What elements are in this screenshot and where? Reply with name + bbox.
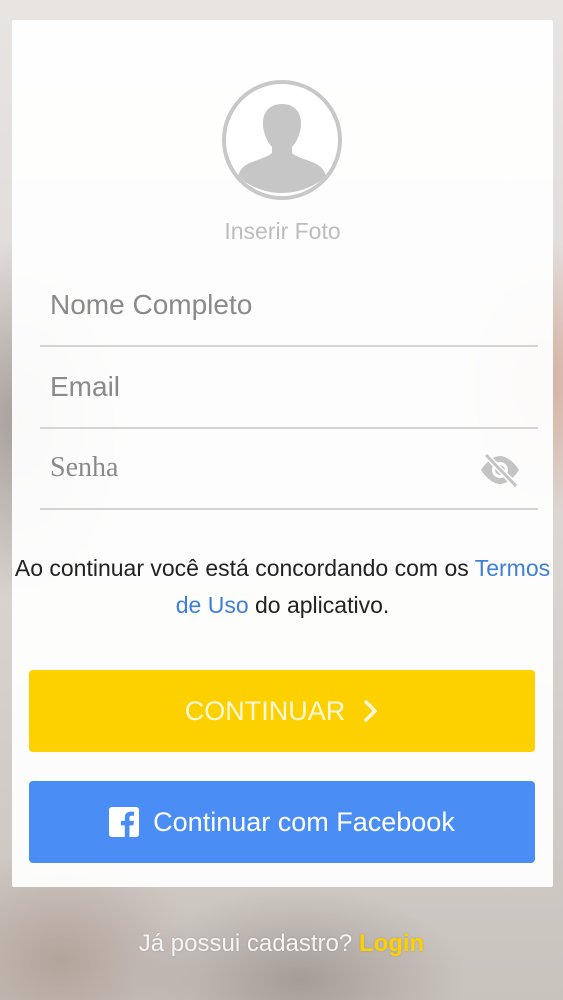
terms-suffix: do aplicativo.	[248, 592, 390, 618]
name-field-container	[40, 267, 538, 347]
eye-off-icon[interactable]	[478, 452, 522, 489]
password-input[interactable]	[50, 440, 470, 496]
signup-card: Inserir Foto Ao continuar você está conc…	[12, 20, 553, 887]
terms-text: Ao continuar você está concordando com o…	[12, 550, 553, 624]
user-silhouette-icon	[226, 84, 338, 196]
login-question: Já possui cadastro?	[138, 930, 359, 957]
insert-photo-label[interactable]: Inserir Foto	[12, 218, 553, 245]
facebook-login-button[interactable]: Continuar com Facebook	[29, 781, 535, 863]
facebook-label: Continuar com Facebook	[153, 806, 455, 837]
login-link[interactable]: Login	[359, 930, 424, 957]
login-prompt: Já possui cadastro? Login	[0, 930, 563, 958]
continue-button[interactable]: CONTINUAR	[29, 670, 535, 752]
terms-prefix: Ao continuar você está concordando com o…	[14, 555, 475, 581]
password-field-container	[40, 430, 538, 510]
continue-label: CONTINUAR	[184, 695, 346, 726]
facebook-icon	[109, 807, 140, 837]
chevron-right-icon	[363, 699, 379, 723]
insert-photo-avatar[interactable]	[222, 80, 342, 200]
full-name-input[interactable]	[50, 277, 470, 333]
email-field-container	[40, 349, 538, 429]
email-input[interactable]	[50, 359, 470, 415]
